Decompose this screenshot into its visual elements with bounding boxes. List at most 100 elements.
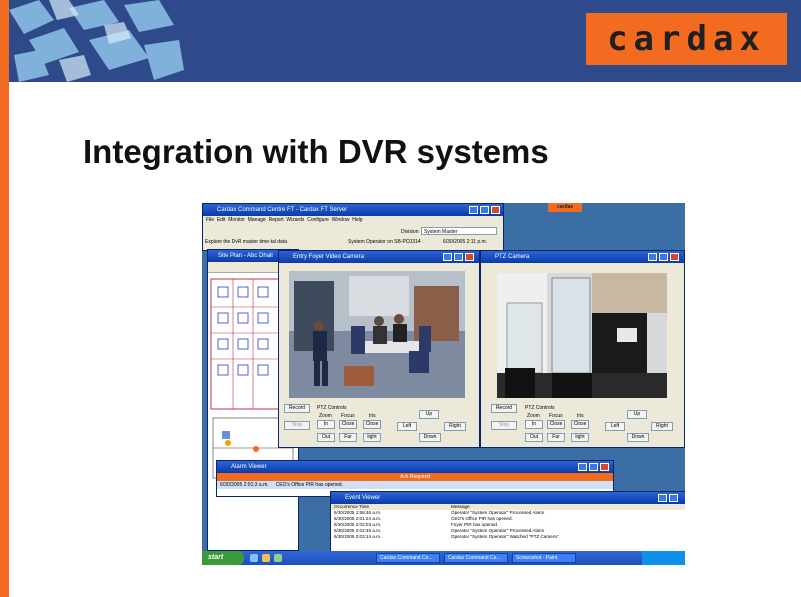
- ptz-pan-down-button[interactable]: Down: [627, 433, 649, 442]
- entry-camera-feed: [289, 271, 465, 398]
- event-message: Operator "System Operator" Watched "PTZ …: [451, 534, 559, 539]
- entry-camera-title: Entry Foyer Video Camera: [293, 254, 364, 260]
- menu-wizards[interactable]: Wizards: [286, 217, 304, 223]
- iris-close-button[interactable]: Close: [363, 420, 381, 429]
- zoom-out-button[interactable]: Out: [317, 433, 335, 442]
- close-button[interactable]: [491, 206, 500, 214]
- entry-camera-titlebar: Entry Foyer Video Camera: [279, 251, 479, 263]
- event-time: 6/30/2005 1:58:46 a.m.: [334, 510, 382, 515]
- menu-report[interactable]: Report: [269, 217, 284, 223]
- menu-manage[interactable]: Manage: [248, 217, 266, 223]
- iris-light-button[interactable]: light: [363, 433, 381, 442]
- event-viewer-titlebar: Event Viewer: [331, 492, 685, 504]
- menu-bar: File Edit Monitor Manage Report Wizards …: [203, 216, 503, 225]
- minimize-button[interactable]: [658, 494, 667, 502]
- focus-close-button[interactable]: Close: [339, 420, 357, 429]
- division-select[interactable]: System Master: [421, 227, 497, 235]
- ptz-focus-close-button[interactable]: Close: [547, 420, 565, 429]
- taskbar-button[interactable]: Cardax Command Ce...: [444, 553, 508, 563]
- maximize-button[interactable]: [480, 206, 489, 214]
- division-value: System Master: [424, 229, 458, 235]
- record-button[interactable]: Record: [284, 404, 310, 413]
- status-bar-hint: Explore the DvR master time-tal data: [205, 239, 287, 245]
- ptz-record-button[interactable]: Record: [491, 404, 517, 413]
- minimize-button[interactable]: [578, 463, 587, 471]
- focus-label: Focus: [341, 413, 355, 419]
- mini-cardax-logo: cardax: [548, 203, 582, 212]
- iris-label: Iris: [369, 413, 376, 419]
- ptz-pan-right-button[interactable]: Right: [651, 422, 673, 431]
- alarm-row-time: 6/30/2005 2:01:3 a.m.: [220, 482, 269, 488]
- event-time: 6/30/2005 2:01:24 a.m.: [334, 516, 382, 521]
- zoom-label: Zoom: [319, 413, 332, 419]
- quicklaunch-folder-icon[interactable]: [262, 554, 270, 562]
- pan-down-button[interactable]: Down: [419, 433, 441, 442]
- quicklaunch-app-icon[interactable]: [274, 554, 282, 562]
- status-bar-time: 6/30/2005 2:11 p.m.: [443, 239, 488, 245]
- close-button[interactable]: [465, 253, 474, 261]
- slide-title: Integration with DVR systems: [83, 133, 549, 170]
- status-bar-operator: System Operator on SB-PC0314: [348, 239, 421, 245]
- pan-up-button[interactable]: Up: [419, 410, 439, 419]
- menu-configure[interactable]: Configure: [307, 217, 329, 223]
- ptz-camera-titlebar: PTZ Camera: [481, 251, 684, 263]
- quicklaunch-ie-icon[interactable]: [250, 554, 258, 562]
- taskbar-button[interactable]: Cardax Command Ce...: [376, 553, 440, 563]
- site-plan-title: Site Plan - Abc Dhall: [218, 253, 273, 259]
- ack-required-header: Ack Required: [217, 473, 613, 481]
- menu-edit[interactable]: Edit: [217, 217, 226, 223]
- start-button[interactable]: start: [202, 551, 244, 565]
- zoom-in-button[interactable]: In: [317, 420, 335, 429]
- command-centre-title: Cardax Command Centre FT - Cardax FT Ser…: [217, 207, 348, 213]
- ptz-iris-light-button[interactable]: light: [571, 433, 589, 442]
- ptz-camera-title: PTZ Camera: [495, 254, 530, 260]
- alarm-row-text: CEO's Office PIR has opened.: [275, 482, 343, 488]
- ptz-iris-close-button[interactable]: Close: [571, 420, 589, 429]
- logo-text: cardax: [607, 19, 766, 59]
- ptz-pan-left-button[interactable]: Left: [605, 422, 625, 431]
- close-button[interactable]: [600, 463, 609, 471]
- entry-camera-window: Entry Foyer Video Camera Record Stop PTZ…: [278, 250, 480, 448]
- command-centre-titlebar: Cardax Command Centre FT - Cardax FT Ser…: [203, 204, 503, 216]
- ptz-focus-far-button[interactable]: Far: [547, 433, 565, 442]
- menu-window[interactable]: Window: [332, 217, 350, 223]
- maximize-button[interactable]: [589, 463, 598, 471]
- windows-taskbar: start Cardax Command Ce... Cardax Comman…: [202, 551, 685, 565]
- close-button[interactable]: [670, 253, 679, 261]
- dvr-screenshot: Cardax Command Centre FT - Cardax FT Ser…: [202, 203, 685, 565]
- event-viewer-title: Event Viewer: [345, 495, 381, 501]
- col-occurrence-time[interactable]: Occurrence Time: [334, 504, 369, 509]
- event-time: 6/30/2005 2:02:03 a.m.: [334, 522, 382, 527]
- focus-far-button[interactable]: Far: [339, 433, 357, 442]
- taskbar-button[interactable]: Screenshot - Paint: [512, 553, 576, 563]
- pan-right-button[interactable]: Right: [444, 422, 466, 431]
- maximize-button[interactable]: [454, 253, 463, 261]
- left-accent-stripe: [0, 0, 9, 597]
- maximize-button[interactable]: [669, 494, 678, 502]
- alarm-row[interactable]: 6/30/2005 2:01:3 a.m. CEO's Office PIR h…: [217, 481, 613, 489]
- menu-help[interactable]: Help: [352, 217, 362, 223]
- ptz-camera-window: PTZ Camera Record Stop PTZ Controls Zoom: [480, 250, 685, 448]
- minimize-button[interactable]: [443, 253, 452, 261]
- ptz-zoom-out-button[interactable]: Out: [525, 433, 543, 442]
- ptz-pan-up-button[interactable]: Up: [627, 410, 647, 419]
- ptz-zoom-label: Zoom: [527, 413, 540, 419]
- pan-left-button[interactable]: Left: [397, 422, 417, 431]
- event-row[interactable]: 6/30/2005 2:03:14 a.m. Operator "System …: [331, 534, 685, 540]
- menu-file[interactable]: File: [206, 217, 214, 223]
- ptz-zoom-in-button[interactable]: In: [525, 420, 543, 429]
- minimize-button[interactable]: [648, 253, 657, 261]
- event-viewer-window: Event Viewer Occurrence Time Message 6/3…: [330, 491, 685, 553]
- stop-button[interactable]: Stop: [284, 421, 310, 430]
- alarm-viewer-titlebar: Alarm Viewer: [217, 461, 613, 473]
- menu-monitor[interactable]: Monitor: [228, 217, 245, 223]
- ptz-focus-label: Focus: [549, 413, 563, 419]
- header-glass-art: [9, 0, 184, 82]
- ptz-stop-button[interactable]: Stop: [491, 421, 517, 430]
- ptz-controls-label: PTZ Controls: [317, 405, 347, 411]
- cardax-logo: cardax: [586, 13, 787, 65]
- minimize-button[interactable]: [469, 206, 478, 214]
- division-label: Division: [401, 229, 419, 235]
- maximize-button[interactable]: [659, 253, 668, 261]
- ptz-camera-feed: [497, 273, 667, 398]
